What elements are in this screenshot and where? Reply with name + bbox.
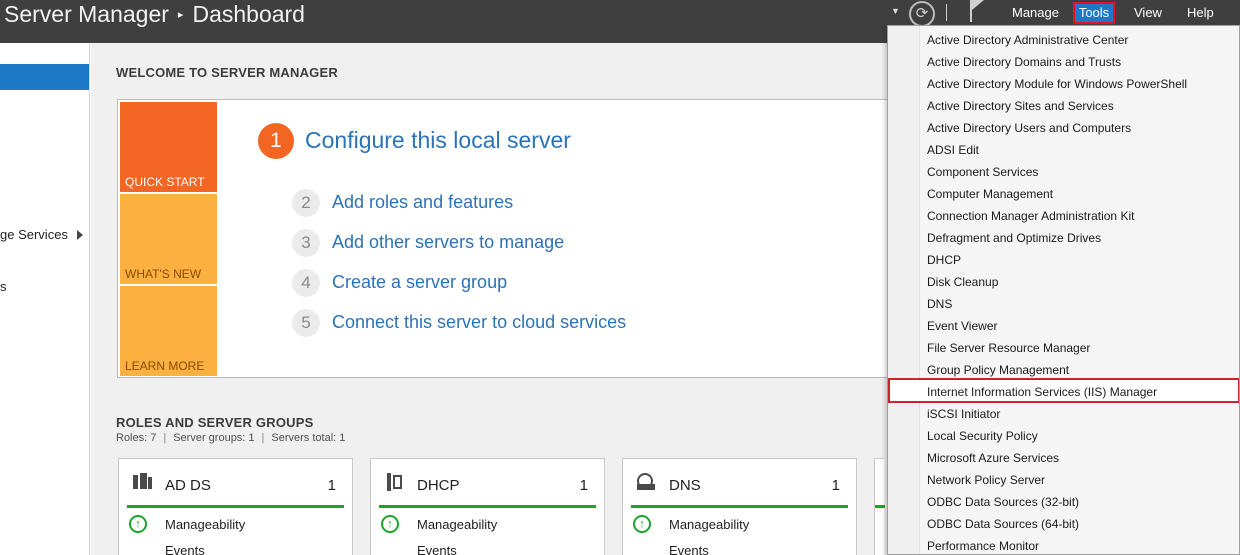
menu-item-performance-monitor[interactable]: Performance Monitor bbox=[927, 535, 1039, 554]
breadcrumb: Server Manager ▸ Dashboard bbox=[4, 0, 305, 30]
status-ok-icon: ↑ bbox=[633, 515, 651, 533]
role-count: 1 bbox=[579, 477, 588, 494]
menu-item-iis-manager[interactable]: Internet Information Services (IIS) Mana… bbox=[927, 381, 1157, 403]
nav-item-partial[interactable]: s bbox=[0, 279, 7, 294]
menu-item-event-viewer[interactable]: Event Viewer bbox=[927, 315, 997, 337]
menu-item-ad-users-computers[interactable]: Active Directory Users and Computers bbox=[927, 117, 1131, 139]
menu-item-component-services[interactable]: Component Services bbox=[927, 161, 1038, 183]
role-card-dns[interactable]: DNS 1 ↑ Manageability Events bbox=[622, 458, 857, 555]
tile-whats-new-label: WHAT'S NEW bbox=[125, 267, 202, 281]
menu-item-odbc-64[interactable]: ODBC Data Sources (64-bit) bbox=[927, 513, 1079, 535]
menu-item-ad-admin-center[interactable]: Active Directory Administrative Center bbox=[927, 29, 1128, 51]
dhcp-icon bbox=[385, 473, 405, 493]
role-card-dhcp[interactable]: DHCP 1 ↑ Manageability Events bbox=[370, 458, 605, 555]
manageability-link[interactable]: Manageability bbox=[165, 517, 245, 532]
menu-item-group-policy[interactable]: Group Policy Management bbox=[927, 359, 1069, 381]
nav-item-services[interactable]: ge Services bbox=[0, 227, 68, 242]
role-count: 1 bbox=[831, 477, 840, 494]
tile-learn-more-label: LEARN MORE bbox=[125, 359, 205, 373]
chevron-right-icon[interactable] bbox=[77, 230, 83, 240]
tile-quick-start-label: QUICK START bbox=[125, 175, 205, 189]
roles-heading: ROLES AND SERVER GROUPS bbox=[116, 415, 314, 430]
step-3-number: 3 bbox=[292, 229, 320, 257]
step-5-number: 5 bbox=[292, 309, 320, 337]
menu-item-iscsi-initiator[interactable]: iSCSI Initiator bbox=[927, 403, 1000, 425]
servers-total: Servers total: 1 bbox=[271, 432, 346, 444]
welcome-panel: QUICK START WHAT'S NEW LEARN MORE 1 Conf… bbox=[117, 99, 977, 378]
role-count: 1 bbox=[327, 477, 336, 494]
manageability-link[interactable]: Manageability bbox=[417, 517, 497, 532]
menu-item-dhcp[interactable]: DHCP bbox=[927, 249, 961, 271]
menu-help[interactable]: Help bbox=[1187, 5, 1214, 21]
app-title: Server Manager bbox=[4, 1, 169, 27]
menu-icon-gutter bbox=[888, 26, 920, 554]
menu-item-connection-manager-kit[interactable]: Connection Manager Administration Kit bbox=[927, 205, 1134, 227]
page-title: Dashboard bbox=[192, 1, 305, 27]
connect-cloud-link[interactable]: Connect this server to cloud services bbox=[332, 312, 626, 333]
step-4-number: 4 bbox=[292, 269, 320, 297]
add-roles-link[interactable]: Add roles and features bbox=[332, 192, 513, 213]
menu-item-ad-sites-services[interactable]: Active Directory Sites and Services bbox=[927, 95, 1114, 117]
step-1-number: 1 bbox=[258, 123, 294, 159]
events-link[interactable]: Events bbox=[669, 543, 709, 555]
menu-item-ad-powershell[interactable]: Active Directory Module for Windows Powe… bbox=[927, 73, 1187, 95]
tools-dropdown-menu: Active Directory Administrative Center A… bbox=[887, 25, 1240, 555]
dns-icon bbox=[637, 473, 655, 490]
tile-quick-start[interactable]: QUICK START bbox=[120, 102, 217, 192]
role-card-ad-ds[interactable]: AD DS 1 ↑ Manageability Events bbox=[118, 458, 353, 555]
summary-separator: | bbox=[261, 432, 265, 444]
server-groups-count: Server groups: 1 bbox=[173, 432, 255, 444]
left-nav: ge Services s bbox=[0, 43, 90, 555]
nav-item-dashboard[interactable] bbox=[0, 64, 89, 90]
menu-item-local-security-policy[interactable]: Local Security Policy bbox=[927, 425, 1038, 447]
create-server-group-link[interactable]: Create a server group bbox=[332, 272, 507, 293]
menu-item-defragment[interactable]: Defragment and Optimize Drives bbox=[927, 227, 1101, 249]
menu-item-network-policy-server[interactable]: Network Policy Server bbox=[927, 469, 1045, 491]
menu-item-computer-management[interactable]: Computer Management bbox=[927, 183, 1053, 205]
role-status-bar bbox=[631, 505, 848, 508]
menu-item-ad-domains-trusts[interactable]: Active Directory Domains and Trusts bbox=[927, 51, 1121, 73]
menu-item-file-server-rm[interactable]: File Server Resource Manager bbox=[927, 337, 1090, 359]
roles-summary: Roles: 7 | Server groups: 1 | Servers total:… bbox=[116, 432, 345, 444]
menu-item-adsi-edit[interactable]: ADSI Edit bbox=[927, 139, 979, 161]
roles-count: Roles: 7 bbox=[116, 432, 157, 444]
menu-item-azure-services[interactable]: Microsoft Azure Services bbox=[927, 447, 1059, 469]
status-ok-icon: ↑ bbox=[381, 515, 399, 533]
step-2-number: 2 bbox=[292, 189, 320, 217]
manageability-link[interactable]: Manageability bbox=[669, 517, 749, 532]
menu-view[interactable]: View bbox=[1134, 5, 1162, 21]
refresh-icon[interactable]: ⟳ bbox=[909, 1, 935, 27]
add-servers-link[interactable]: Add other servers to manage bbox=[332, 232, 564, 253]
dropdown-arrow-icon[interactable]: ▼ bbox=[891, 6, 900, 16]
tile-learn-more[interactable]: LEARN MORE bbox=[120, 286, 217, 376]
role-status-bar bbox=[127, 505, 344, 508]
status-ok-icon: ↑ bbox=[129, 515, 147, 533]
role-name[interactable]: AD DS bbox=[165, 477, 211, 494]
tile-whats-new[interactable]: WHAT'S NEW bbox=[120, 194, 217, 284]
events-link[interactable]: Events bbox=[417, 543, 457, 555]
menu-item-disk-cleanup[interactable]: Disk Cleanup bbox=[927, 271, 998, 293]
events-link[interactable]: Events bbox=[165, 543, 205, 555]
menu-tools[interactable]: Tools bbox=[1073, 2, 1115, 24]
welcome-heading: WELCOME TO SERVER MANAGER bbox=[116, 65, 338, 80]
role-status-bar bbox=[379, 505, 596, 508]
role-name[interactable]: DNS bbox=[669, 477, 701, 494]
notifications-flag-icon[interactable] bbox=[970, 0, 984, 22]
menu-manage[interactable]: Manage bbox=[1012, 5, 1059, 21]
toolbar-divider bbox=[946, 4, 947, 21]
summary-separator: | bbox=[163, 432, 167, 444]
ad-ds-icon bbox=[133, 473, 153, 493]
menu-item-dns[interactable]: DNS bbox=[927, 293, 952, 315]
role-card-partial[interactable] bbox=[874, 458, 885, 555]
configure-local-server-link[interactable]: Configure this local server bbox=[305, 127, 571, 154]
role-name[interactable]: DHCP bbox=[417, 477, 460, 494]
menu-item-odbc-32[interactable]: ODBC Data Sources (32-bit) bbox=[927, 491, 1079, 513]
breadcrumb-separator: ▸ bbox=[177, 9, 184, 21]
